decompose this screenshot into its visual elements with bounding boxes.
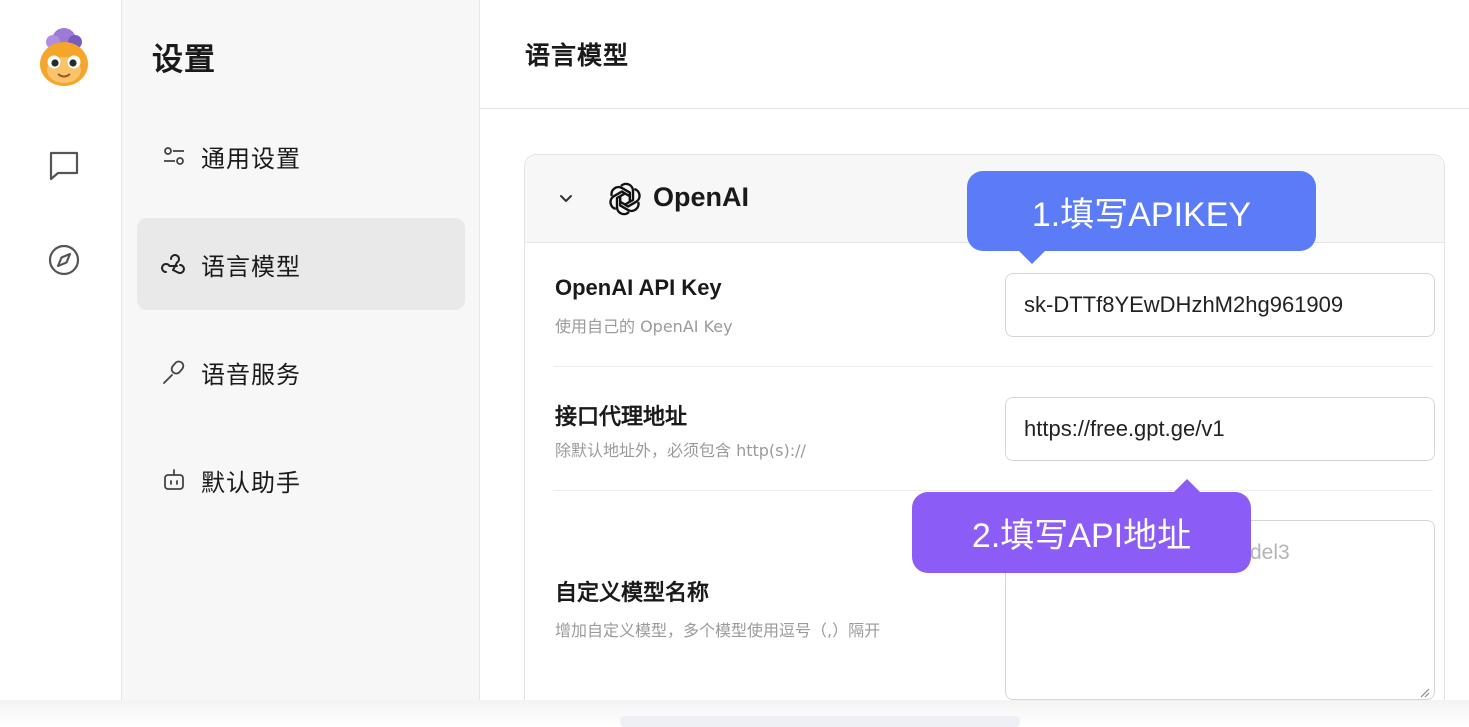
- chevron-down-icon[interactable]: [555, 187, 577, 209]
- main-header: 语言模型: [480, 0, 1469, 109]
- callout-fill-api-url: 2.填写API地址: [912, 492, 1251, 573]
- custom-models-placeholder: del3: [1250, 541, 1290, 564]
- webhook-icon: [159, 249, 189, 279]
- sidebar-item-label: 通用设置: [201, 144, 301, 173]
- icon-rail: [0, 0, 122, 700]
- divider: [553, 366, 1433, 367]
- sidebar-item-default-assistant[interactable]: 默认助手: [137, 434, 465, 526]
- proxy-url-label: 接口代理地址: [555, 404, 688, 429]
- sidebar-item-general[interactable]: 通用设置: [137, 110, 465, 202]
- sidebar-title: 设置: [152, 42, 216, 78]
- custom-models-label: 自定义模型名称: [555, 580, 710, 605]
- sidebar-item-label: 语音服务: [201, 360, 301, 389]
- avatar[interactable]: [34, 26, 94, 90]
- main-panel: 语言模型 OpenAI OpenAI API Key 使用自己的 OpenAI …: [480, 0, 1469, 714]
- openai-logo-icon: [605, 179, 645, 219]
- sidebar-item-voice[interactable]: 语音服务: [137, 326, 465, 418]
- divider: [553, 490, 1433, 491]
- sidebar-item-label: 语言模型: [201, 252, 301, 281]
- provider-name: OpenAI: [653, 182, 750, 212]
- robot-icon: [159, 465, 189, 495]
- sliders-icon: [159, 141, 189, 171]
- resize-handle-icon[interactable]: [1418, 683, 1430, 698]
- chat-icon[interactable]: [44, 145, 84, 185]
- proxy-url-input[interactable]: https://free.gpt.ge/v1: [1005, 397, 1435, 461]
- custom-models-desc: 增加自定义模型，多个模型使用逗号（,）隔开: [555, 621, 881, 640]
- api-key-input[interactable]: sk-DTTf8YEwDHzhM2hg961909: [1005, 273, 1435, 337]
- sidebar-item-language-model[interactable]: 语言模型: [137, 218, 465, 310]
- callout-tail: [1173, 479, 1201, 493]
- api-key-label: OpenAI API Key: [555, 275, 722, 300]
- settings-sidebar: 设置 通用设置 语言模型 语音服务 默认助手: [122, 0, 480, 700]
- callout-fill-apikey: 1.填写APIKEY: [967, 171, 1316, 251]
- proxy-url-desc: 除默认地址外，必须包含 http(s)://: [555, 441, 806, 460]
- page-title: 语言模型: [525, 41, 630, 70]
- api-key-desc: 使用自己的 OpenAI Key: [555, 317, 733, 336]
- microphone-icon: [159, 357, 189, 387]
- compass-icon[interactable]: [44, 240, 84, 280]
- callout-tail: [1018, 250, 1046, 264]
- bottom-edge: [0, 700, 1469, 727]
- sidebar-item-label: 默认助手: [201, 468, 301, 497]
